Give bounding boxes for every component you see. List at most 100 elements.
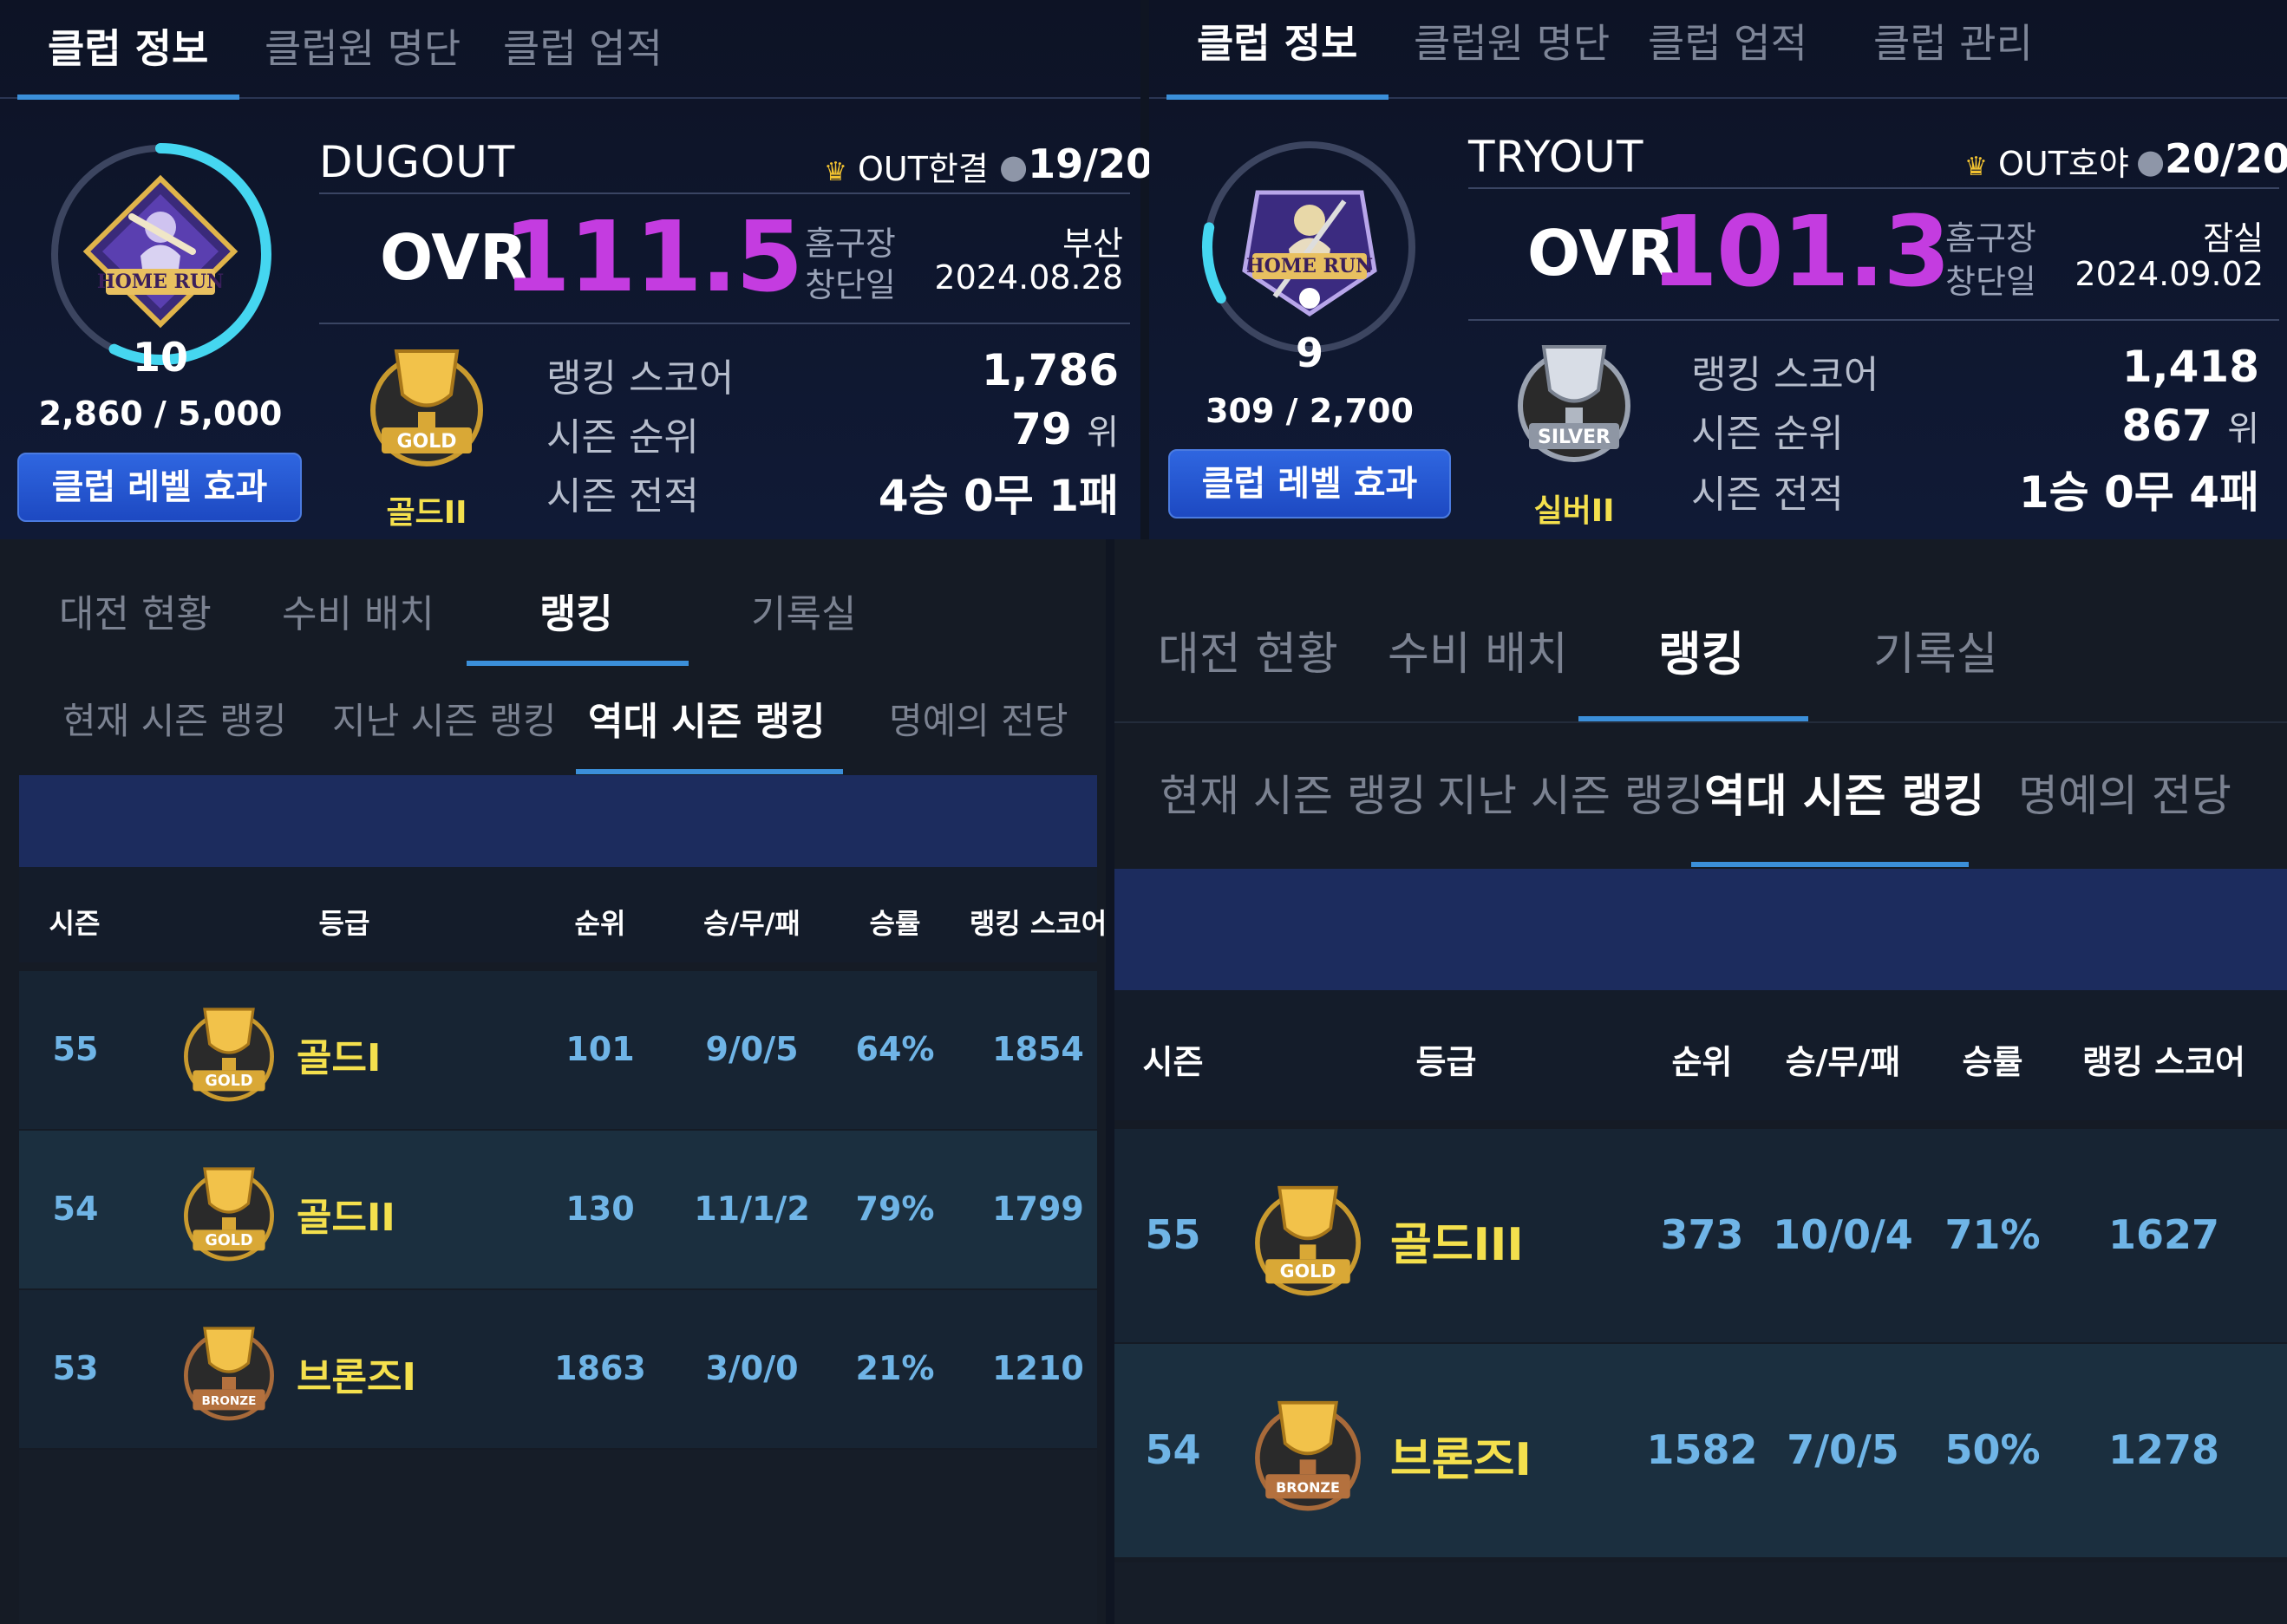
tab-club-roster[interactable]: 클럽원 명단 [265, 17, 461, 72]
ranking-score-cell: 1210 [992, 1349, 1084, 1387]
subtab-last-season[interactable]: 지난 시즌 랭킹 [332, 692, 557, 745]
season-rank-label: 시즌 순위 [546, 415, 699, 460]
founded-value: 2024.08.28 [934, 258, 1123, 297]
record-cell: 11/1/2 [694, 1190, 810, 1228]
tab-records[interactable]: 기록실 [751, 583, 856, 638]
home-stadium-label: 홈구장 [1945, 219, 2036, 258]
divider [1468, 187, 2279, 189]
tier-label: 골드II [386, 495, 467, 531]
tier-badge-icon: BRONZE [173, 1314, 284, 1429]
active-subtab-indicator [576, 769, 843, 774]
table-banner [19, 775, 1097, 867]
season-rank-value: 79 위 [1011, 404, 1119, 454]
tab-club-roster[interactable]: 클럽원 명단 [1414, 12, 1610, 67]
club-level-effect-button[interactable]: 클럽 레벨 효과 [1168, 449, 1451, 519]
table-row[interactable]: 55 GOLD 골드III 373 10/0/4 71% 1627 [1114, 1129, 2287, 1342]
season-record-label: 시즌 전적 [1691, 473, 1844, 517]
divider [1468, 319, 2279, 321]
ovr-value: 101.3 [1650, 196, 1950, 309]
tab-match-status[interactable]: 대전 현황 [59, 583, 212, 638]
gold-tier-badge-icon: GOLD [370, 349, 483, 466]
club-owner: ♛ OUT호야 [1964, 145, 2129, 183]
record-cell: 3/0/0 [705, 1349, 799, 1387]
active-tab-indicator [467, 661, 689, 666]
season-cell: 54 [1145, 1426, 1201, 1473]
ranking-score-cell: 1854 [992, 1030, 1084, 1068]
svg-text:BRONZE: BRONZE [1276, 1479, 1340, 1496]
club-level-number: 9 [1295, 329, 1323, 376]
ranking-score-value: 1,786 [981, 345, 1119, 395]
record-cell: 7/0/5 [1787, 1426, 1899, 1473]
club-level-number: 10 [132, 334, 188, 381]
divider [319, 192, 1130, 194]
founded-value: 2024.09.02 [2075, 255, 2264, 293]
season-record-value: 1승 0무 4패 [2018, 467, 2259, 518]
subtab-current-season[interactable]: 현재 시즌 랭킹 [1160, 761, 1427, 824]
season-cell: 55 [52, 1030, 99, 1068]
table-row[interactable]: 54 GOLD 골드II 130 11/1/2 79% 1799 [19, 1131, 1097, 1288]
subtab-hall-of-fame[interactable]: 명예의 전당 [2018, 761, 2231, 824]
right-club-info-panel: 클럽 정보 클럽원 명단 클럽 업적 클럽 관리 HOME RUN 9 309 … [1149, 0, 2287, 539]
divider [1114, 721, 2287, 723]
subtab-current-season[interactable]: 현재 시즌 랭킹 [62, 692, 287, 745]
member-count: ●20/20 [2136, 135, 2287, 182]
season-record-value: 4승 0무 1패 [878, 471, 1119, 521]
tab-club-achievements[interactable]: 클럽 업적 [503, 17, 663, 72]
season-cell: 53 [52, 1349, 99, 1387]
table-row[interactable]: 55 GOLD 골드I 101 9/0/5 64% 1854 [19, 971, 1097, 1129]
col-season: 시즌 [1142, 1043, 1204, 1081]
svg-text:HOME RUN: HOME RUN [97, 271, 224, 293]
rank-cell: 130 [565, 1190, 635, 1228]
tier-badge-icon: GOLD [173, 1155, 284, 1269]
tab-defense-setup[interactable]: 수비 배치 [282, 583, 435, 638]
tab-club-achievements[interactable]: 클럽 업적 [1648, 12, 1807, 67]
crown-icon: ♛ [1964, 152, 1988, 182]
table-empty-area [19, 1450, 1097, 1624]
col-season: 시즌 [49, 907, 101, 940]
col-ranking-score: 랭킹 스코어 [969, 907, 1108, 940]
active-tab-indicator [1166, 95, 1389, 100]
tab-ranking[interactable]: 랭킹 [539, 583, 613, 640]
tier-badge-icon: GOLD [173, 995, 284, 1110]
record-cell: 10/0/4 [1773, 1211, 1913, 1258]
tab-ranking[interactable]: 랭킹 [1658, 616, 1744, 684]
active-tab-indicator [17, 95, 239, 100]
tier-badge-icon: GOLD [1243, 1171, 1373, 1305]
active-tab-indicator [1578, 716, 1808, 721]
subtab-last-season[interactable]: 지난 시즌 랭킹 [1437, 761, 1704, 824]
col-tier: 등급 [318, 907, 370, 940]
record-cell: 9/0/5 [705, 1030, 799, 1068]
win-rate-cell: 21% [855, 1349, 935, 1387]
tab-match-status[interactable]: 대전 현황 [1158, 617, 1338, 682]
tab-club-info[interactable]: 클럽 정보 [48, 17, 208, 72]
home-stadium-value: 잠실 [2203, 219, 2264, 258]
svg-text:BRONZE: BRONZE [202, 1394, 257, 1408]
ranking-score-label: 랭킹 스코어 [546, 356, 735, 401]
col-win-rate: 승률 [869, 907, 921, 940]
tab-club-manage[interactable]: 클럽 관리 [1873, 12, 2033, 67]
ranking-score-cell: 1799 [992, 1190, 1084, 1228]
season-rank-value: 867 위 [2121, 401, 2259, 451]
svg-text:GOLD: GOLD [396, 431, 456, 453]
person-icon: ● [999, 147, 1029, 186]
subtab-all-seasons[interactable]: 역대 시즌 랭킹 [588, 690, 826, 746]
rank-cell: 1863 [554, 1349, 646, 1387]
table-header: 시즌 등급 순위 승/무/패 승률 랭킹 스코어 [1114, 990, 2287, 1120]
tab-records[interactable]: 기록실 [1873, 617, 1998, 682]
subtab-all-seasons[interactable]: 역대 시즌 랭킹 [1704, 760, 1984, 825]
col-rank: 순위 [1671, 1043, 1733, 1081]
table-row[interactable]: 54 BRONZE 브론즈I 1582 7/0/5 50% 1278 [1114, 1344, 2287, 1557]
club-level-effect-button[interactable]: 클럽 레벨 효과 [17, 453, 302, 522]
subtab-hall-of-fame[interactable]: 명예의 전당 [889, 692, 1068, 745]
club-exp-text: 2,860 / 5,000 [38, 395, 283, 433]
tier-name: 골드II [297, 1196, 395, 1240]
home-stadium-value: 부산 [1062, 225, 1123, 263]
tab-defense-setup[interactable]: 수비 배치 [1388, 617, 1568, 682]
win-rate-cell: 71% [1944, 1211, 2041, 1258]
tier-name: 골드III [1390, 1219, 1524, 1271]
divider [319, 323, 1130, 324]
col-tier: 등급 [1415, 1043, 1477, 1081]
table-row[interactable]: 53 BRONZE 브론즈I 1863 3/0/0 21% 1210 [19, 1290, 1097, 1448]
tier-label: 실버II [1533, 493, 1615, 529]
tab-club-info[interactable]: 클럽 정보 [1197, 12, 1357, 67]
